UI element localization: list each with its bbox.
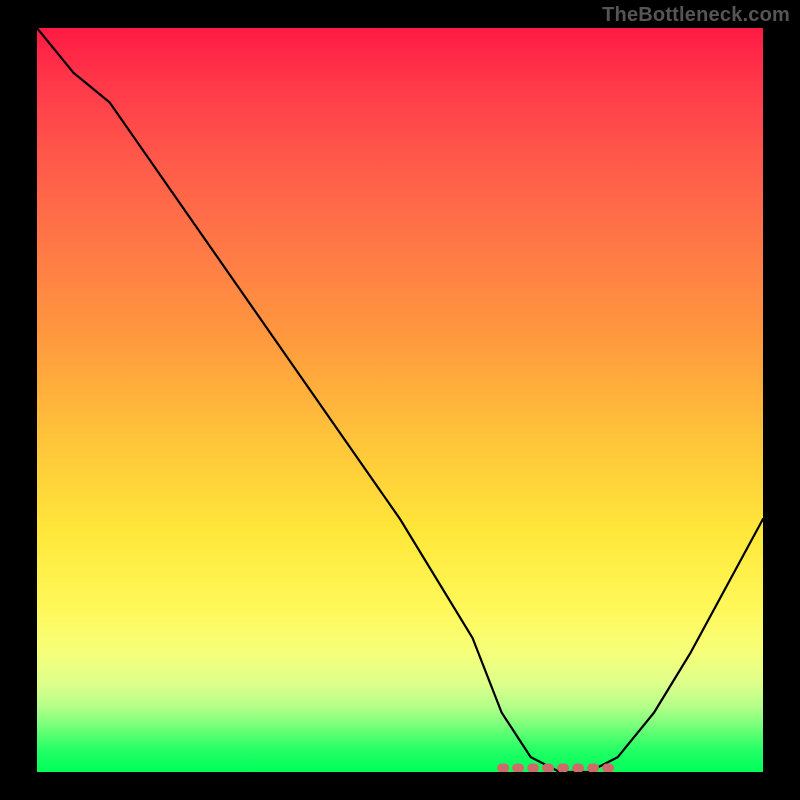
plot-area [37, 28, 763, 772]
bottleneck-curve [37, 28, 763, 772]
chart-svg [37, 28, 763, 772]
chart-frame: TheBottleneck.com [0, 0, 800, 800]
watermark-text: TheBottleneck.com [602, 4, 790, 27]
